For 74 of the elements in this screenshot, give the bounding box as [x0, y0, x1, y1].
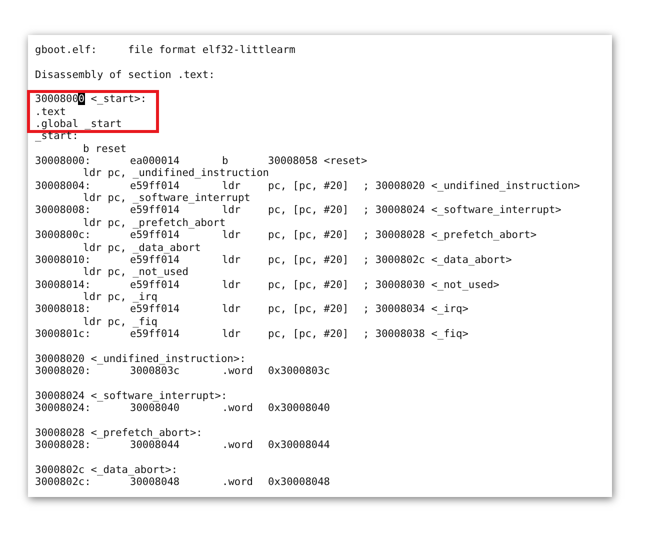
address-text: 3000801c:	[35, 328, 92, 340]
code-line: Disassembly of section .text:	[35, 68, 216, 82]
code-line: 3000802c <_data_abort>:	[35, 464, 179, 476]
operands-text: 0x30008044	[268, 439, 331, 452]
address-text: 30008004:	[35, 180, 92, 192]
opcode-text: ea000014	[130, 155, 181, 168]
mnemonic-text: ldr	[222, 229, 242, 242]
address-text: 30008018:	[35, 303, 92, 316]
source-line: ldr pc, _fiq	[82, 316, 158, 328]
source-line: ldr pc, _not_used	[82, 266, 190, 279]
address-text: 30008010:	[35, 254, 92, 266]
opcode-text: 3000803c	[130, 364, 181, 378]
code-line: _start:	[35, 130, 80, 143]
text-cursor: 0	[78, 93, 85, 106]
comment-text: ; 3000802c <_data_abort>	[363, 254, 512, 266]
mnemonic-text: .word	[222, 439, 254, 452]
operands-text: pc, [pc, #20]	[268, 278, 350, 291]
opcode-text: e59ff014	[130, 278, 181, 291]
code-text: 3000800	[35, 93, 78, 106]
comment-text: ; 30008024 <_software_interrupt>	[363, 204, 562, 217]
code-line: .global _start	[35, 118, 123, 130]
operands-text: pc, [pc, #20]	[268, 254, 350, 266]
operands-text: 0x30008048	[268, 476, 331, 488]
address-text: 30008024:	[35, 402, 92, 414]
source-line: ldr pc, _undifined_instruction	[82, 167, 270, 180]
opcode-text: e59ff014	[130, 229, 181, 242]
address-text: 30008008:	[35, 204, 92, 217]
operands-text: pc, [pc, #20]	[268, 204, 350, 217]
operands-text: 0x30008040	[268, 402, 331, 414]
source-line: b reset	[82, 142, 128, 156]
address-text: 30008000:	[35, 155, 92, 168]
mnemonic-text: .word	[222, 476, 254, 488]
code-line: 30008020 <_undifined_instruction>:	[35, 352, 247, 365]
opcode-text: e59ff014	[130, 180, 181, 192]
mnemonic-text: ldr	[222, 303, 242, 316]
mnemonic-text: b	[222, 155, 230, 168]
mnemonic-text: ldr	[222, 328, 242, 340]
source-line: ldr pc, _software_interrupt	[82, 192, 252, 204]
code-line: 30008024 <_software_interrupt>:	[35, 390, 228, 402]
code-line: 30008028 <_prefetch_abort>:	[35, 426, 204, 439]
operands-text: pc, [pc, #20]	[268, 303, 350, 316]
opcode-text: e59ff014	[130, 254, 181, 266]
operands-text: pc, [pc, #20]	[268, 180, 350, 192]
operands-text: pc, [pc, #20]	[268, 229, 350, 242]
address-text: 30008020:	[35, 364, 92, 378]
mnemonic-text: ldr	[222, 180, 242, 192]
code-line: gboot.elf: file format elf32-littlearm	[35, 44, 296, 56]
mnemonic-text: .word	[222, 402, 254, 414]
code-text: <_start>:	[90, 93, 147, 106]
opcode-text: e59ff014	[130, 204, 181, 217]
operands-text: 0x3000803c	[268, 364, 331, 378]
address-text: 3000802c:	[35, 476, 92, 488]
comment-text: ; 30008030 <_not_used>	[363, 278, 500, 291]
mnemonic-text: ldr	[222, 204, 242, 217]
opcode-text: 30008044	[130, 439, 181, 452]
mnemonic-text: ldr	[222, 254, 242, 266]
comment-text: ; 30008020 <_undifined_instruction>	[363, 180, 580, 192]
opcode-text: e59ff014	[130, 328, 181, 340]
opcode-text: 30008048	[130, 476, 181, 488]
address-text: 30008028:	[35, 439, 92, 452]
comment-text: ; 30008034 <_irq>	[363, 303, 468, 316]
address-text: 3000800c:	[35, 229, 92, 242]
mnemonic-text: ldr	[222, 278, 242, 291]
source-line: ldr pc, _data_abort	[82, 242, 202, 254]
code-line: .text	[35, 106, 67, 118]
mnemonic-text: .word	[222, 364, 254, 378]
comment-text: ; 30008038 <_fiq>	[363, 328, 468, 340]
opcode-text: 30008040	[130, 402, 181, 414]
source-line: ldr pc, _prefetch_abort	[82, 216, 227, 230]
comment-text: ; 30008028 <_prefetch_abort>	[363, 229, 537, 242]
operands-text: pc, [pc, #20]	[268, 328, 350, 340]
address-text: 30008014:	[35, 278, 92, 291]
opcode-text: e59ff014	[130, 303, 181, 316]
source-line: ldr pc, _irq	[82, 290, 158, 304]
